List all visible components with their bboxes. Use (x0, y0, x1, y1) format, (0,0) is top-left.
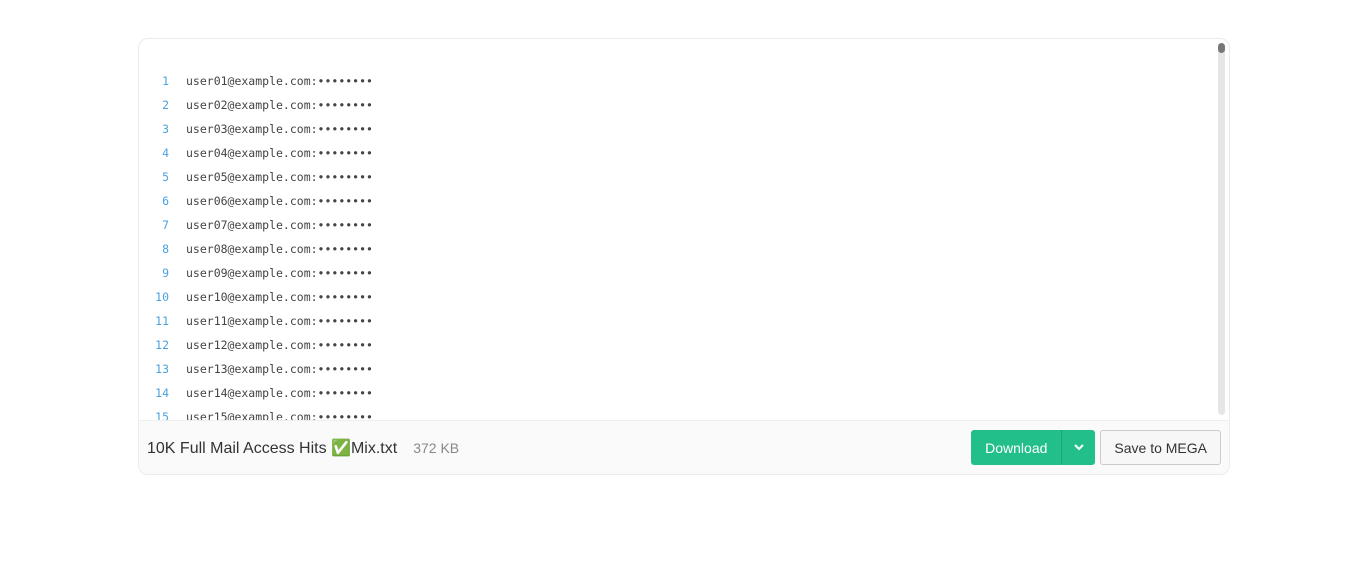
line-number: 14 (155, 386, 169, 400)
line-number: 3 (162, 122, 169, 136)
file-size: 372 KB (413, 439, 460, 456)
line-text: user08@example.com:•••••••• (186, 242, 373, 256)
line-number: 11 (155, 314, 169, 328)
preview-line: 14 user14@example.com:•••••••• (139, 381, 1217, 405)
scrollbar[interactable] (1218, 43, 1225, 415)
download-button-group: Download (971, 430, 1096, 465)
line-text: user12@example.com:•••••••• (186, 338, 373, 352)
line-text: user06@example.com:•••••••• (186, 194, 373, 208)
chevron-down-icon (1074, 444, 1084, 451)
preview-line: 15 user15@example.com:•••••••• (139, 405, 1217, 421)
preview-line: 2 user02@example.com:•••••••• (139, 93, 1217, 117)
preview-line: 4 user04@example.com:•••••••• (139, 141, 1217, 165)
line-text: user02@example.com:•••••••• (186, 98, 373, 112)
preview-line: 7 user07@example.com:•••••••• (139, 213, 1217, 237)
file-footer: 10K Full Mail Access Hits ✅Mix.txt 372 K… (139, 420, 1229, 474)
line-number: 9 (162, 266, 169, 280)
preview-line: 13 user13@example.com:•••••••• (139, 357, 1217, 381)
line-text: user03@example.com:•••••••• (186, 122, 373, 136)
line-number: 5 (162, 170, 169, 184)
line-text: user14@example.com:•••••••• (186, 386, 373, 400)
preview-line: 10 user10@example.com:•••••••• (139, 285, 1217, 309)
line-number: 4 (162, 146, 169, 160)
download-button[interactable]: Download (971, 430, 1063, 465)
line-text: user01@example.com:•••••••• (186, 74, 373, 88)
download-options-button[interactable] (1062, 430, 1095, 465)
line-number: 6 (162, 194, 169, 208)
line-text: user07@example.com:•••••••• (186, 218, 373, 232)
file-preview-card: 1 user01@example.com:•••••••• 2 user02@exam… (138, 38, 1230, 475)
file-name: 10K Full Mail Access Hits ✅Mix.txt (147, 439, 398, 457)
line-number: 10 (155, 290, 169, 304)
line-number: 13 (155, 362, 169, 376)
preview-line: 3 user03@example.com:•••••••• (139, 117, 1217, 141)
preview-line: 6 user06@example.com:•••••••• (139, 189, 1217, 213)
preview-line: 8 user08@example.com:•••••••• (139, 237, 1217, 261)
text-preview[interactable]: 1 user01@example.com:•••••••• 2 user02@exam… (139, 39, 1217, 421)
line-number: 7 (162, 218, 169, 232)
line-text: user10@example.com:•••••••• (186, 290, 373, 304)
line-text: user11@example.com:•••••••• (186, 314, 373, 328)
line-number: 2 (162, 98, 169, 112)
line-text: user13@example.com:•••••••• (186, 362, 373, 376)
preview-line: 12 user12@example.com:•••••••• (139, 333, 1217, 357)
preview-line: 5 user05@example.com:•••••••• (139, 165, 1217, 189)
preview-line: 9 user09@example.com:•••••••• (139, 261, 1217, 285)
line-number: 12 (155, 338, 169, 352)
scrollbar-thumb[interactable] (1218, 43, 1225, 53)
line-text: user04@example.com:•••••••• (186, 146, 373, 160)
line-number: 8 (162, 242, 169, 256)
line-number: 1 (162, 74, 169, 88)
preview-line: 11 user11@example.com:•••••••• (139, 309, 1217, 333)
line-text: user05@example.com:•••••••• (186, 170, 373, 184)
preview-line: 1 user01@example.com:•••••••• (139, 69, 1217, 93)
line-text: user09@example.com:•••••••• (186, 266, 373, 280)
save-to-mega-button[interactable]: Save to MEGA (1100, 430, 1221, 465)
